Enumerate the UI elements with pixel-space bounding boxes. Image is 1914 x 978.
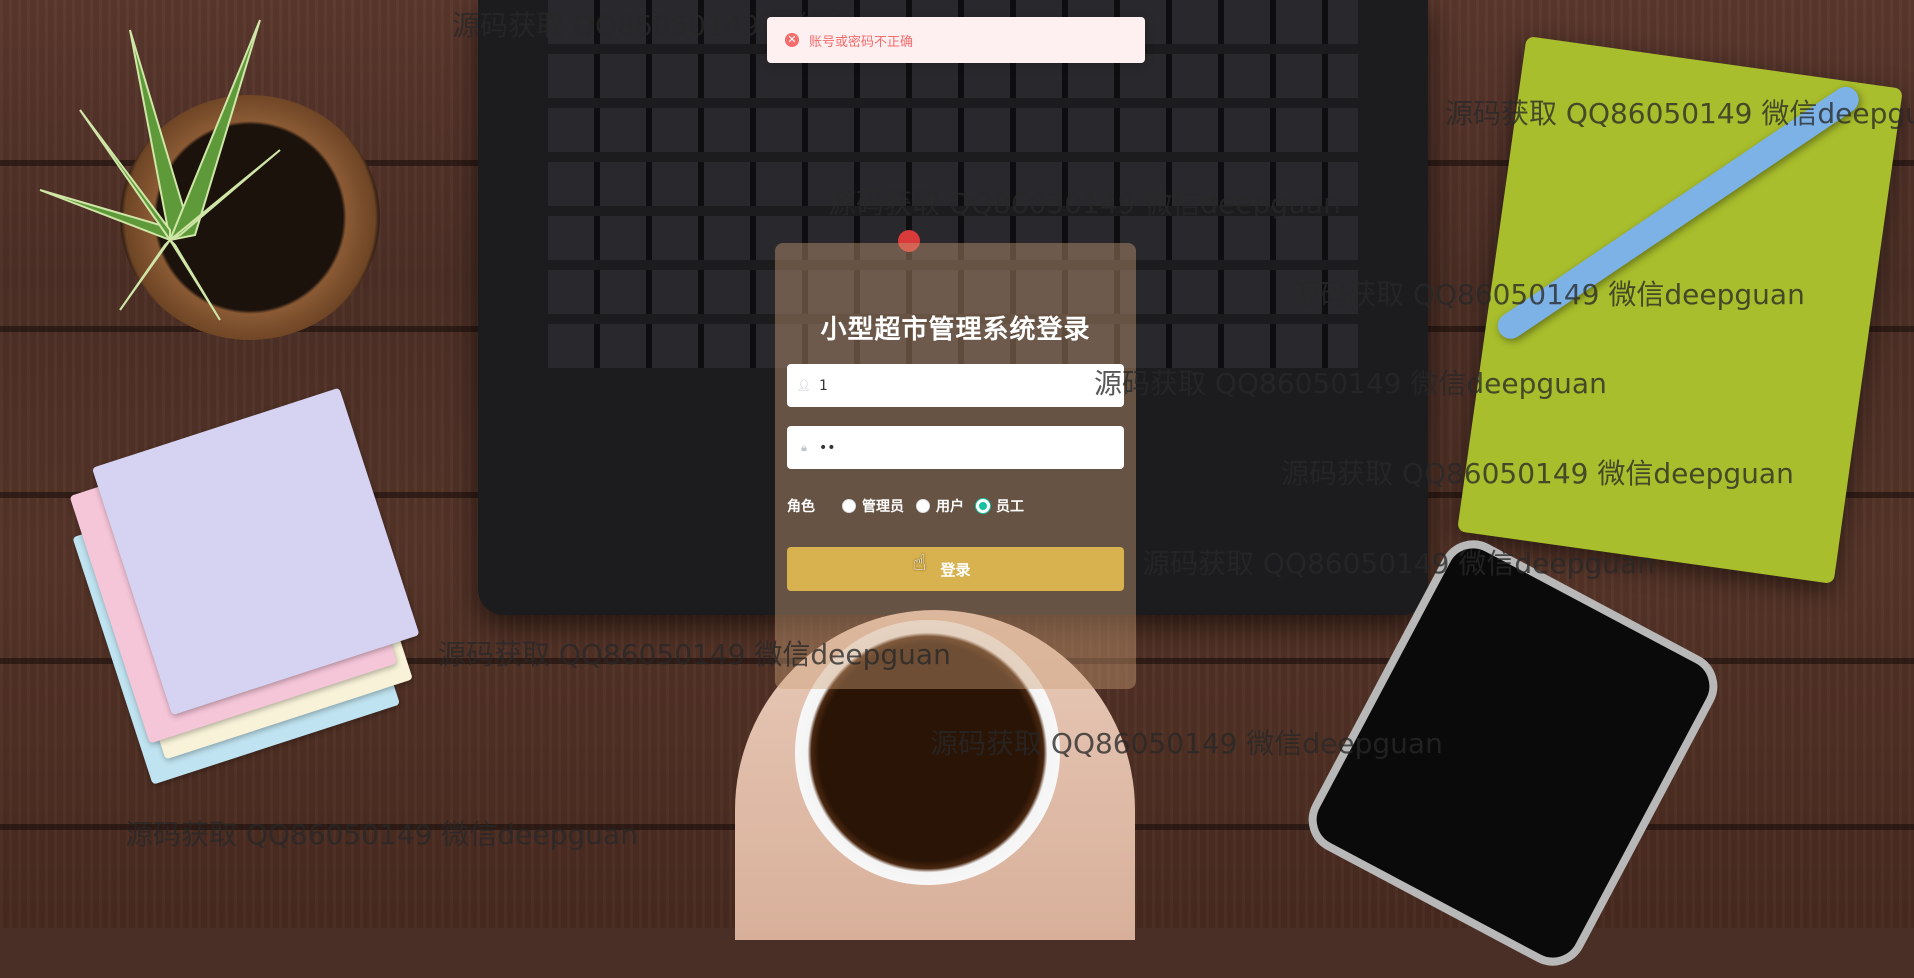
role-admin-label[interactable]: 管理员 bbox=[862, 496, 904, 516]
role-label: 角色 bbox=[787, 499, 815, 515]
alert-message: 账号或密码不正确 bbox=[809, 34, 914, 50]
radio-checked-icon[interactable] bbox=[976, 499, 990, 513]
role-radio-staff[interactable]: 员工 bbox=[976, 496, 1024, 516]
lock-icon: 🔒︎ bbox=[801, 440, 807, 454]
radio-icon[interactable] bbox=[842, 499, 856, 513]
role-staff-label[interactable]: 员工 bbox=[996, 496, 1024, 516]
role-radio-user[interactable]: 用户 bbox=[916, 496, 964, 516]
username-value[interactable]: 1 bbox=[819, 378, 828, 394]
role-radio-admin[interactable]: 管理员 bbox=[842, 496, 904, 516]
role-user-label[interactable]: 用户 bbox=[936, 496, 964, 516]
role-group: 角色 管理员 用户 员工 bbox=[787, 493, 1124, 519]
login-button-label: 登录 bbox=[940, 560, 971, 579]
login-button[interactable]: 登录 bbox=[787, 547, 1124, 591]
username-field[interactable]: 👤︎ 1 bbox=[787, 364, 1124, 407]
error-circle-icon: ✕ bbox=[785, 33, 799, 47]
error-alert: ✕ 账号或密码不正确 bbox=[767, 17, 1145, 63]
user-icon: 👤︎ bbox=[797, 379, 811, 392]
login-panel: 小型超市管理系统登录 👤︎ 1 🔒︎ •• 角色 管理员 用户 员工 登录 bbox=[775, 243, 1136, 689]
hand-cursor-icon: ☝ bbox=[913, 551, 927, 576]
password-value[interactable]: •• bbox=[819, 440, 836, 456]
password-field[interactable]: 🔒︎ •• bbox=[787, 426, 1124, 469]
radio-icon[interactable] bbox=[916, 499, 930, 513]
page-title: 小型超市管理系统登录 bbox=[820, 315, 1091, 345]
succulent-image bbox=[39, 19, 281, 321]
